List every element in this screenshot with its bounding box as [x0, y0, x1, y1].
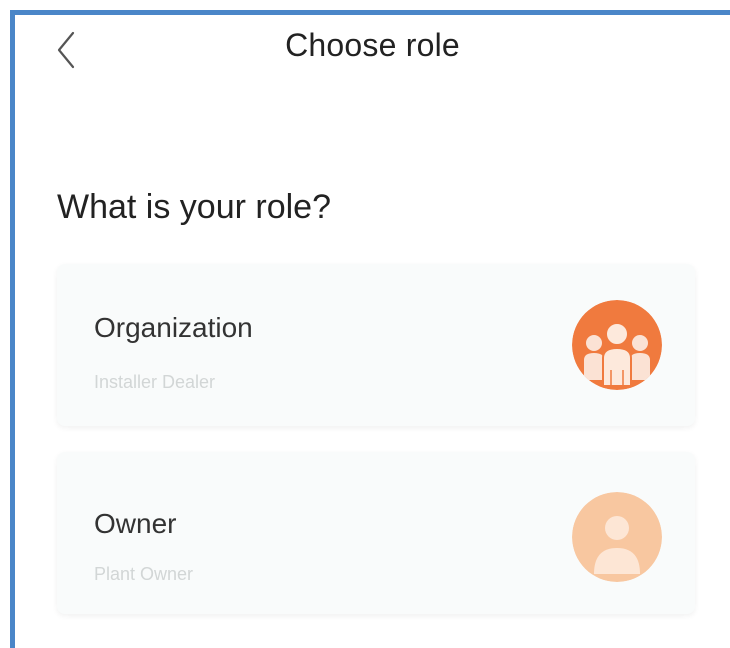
- app-screen: Choose role What is your role? Organizat…: [0, 0, 730, 648]
- window-border-left: [10, 10, 15, 648]
- header-bar: Choose role: [15, 15, 730, 85]
- role-title: Organization: [94, 312, 253, 343]
- role-subtitle: Plant Owner: [94, 564, 194, 584]
- role-title: Owner: [94, 508, 177, 539]
- group-avatar-icon: [572, 300, 662, 390]
- role-card-owner[interactable]: Owner Plant Owner: [57, 452, 695, 614]
- person-avatar-icon: [572, 492, 662, 582]
- page-title: Choose role: [285, 27, 460, 63]
- role-question: What is your role?: [57, 188, 331, 226]
- role-subtitle: Installer Dealer: [94, 372, 216, 392]
- role-card-organization[interactable]: Organization Installer Dealer: [57, 264, 695, 426]
